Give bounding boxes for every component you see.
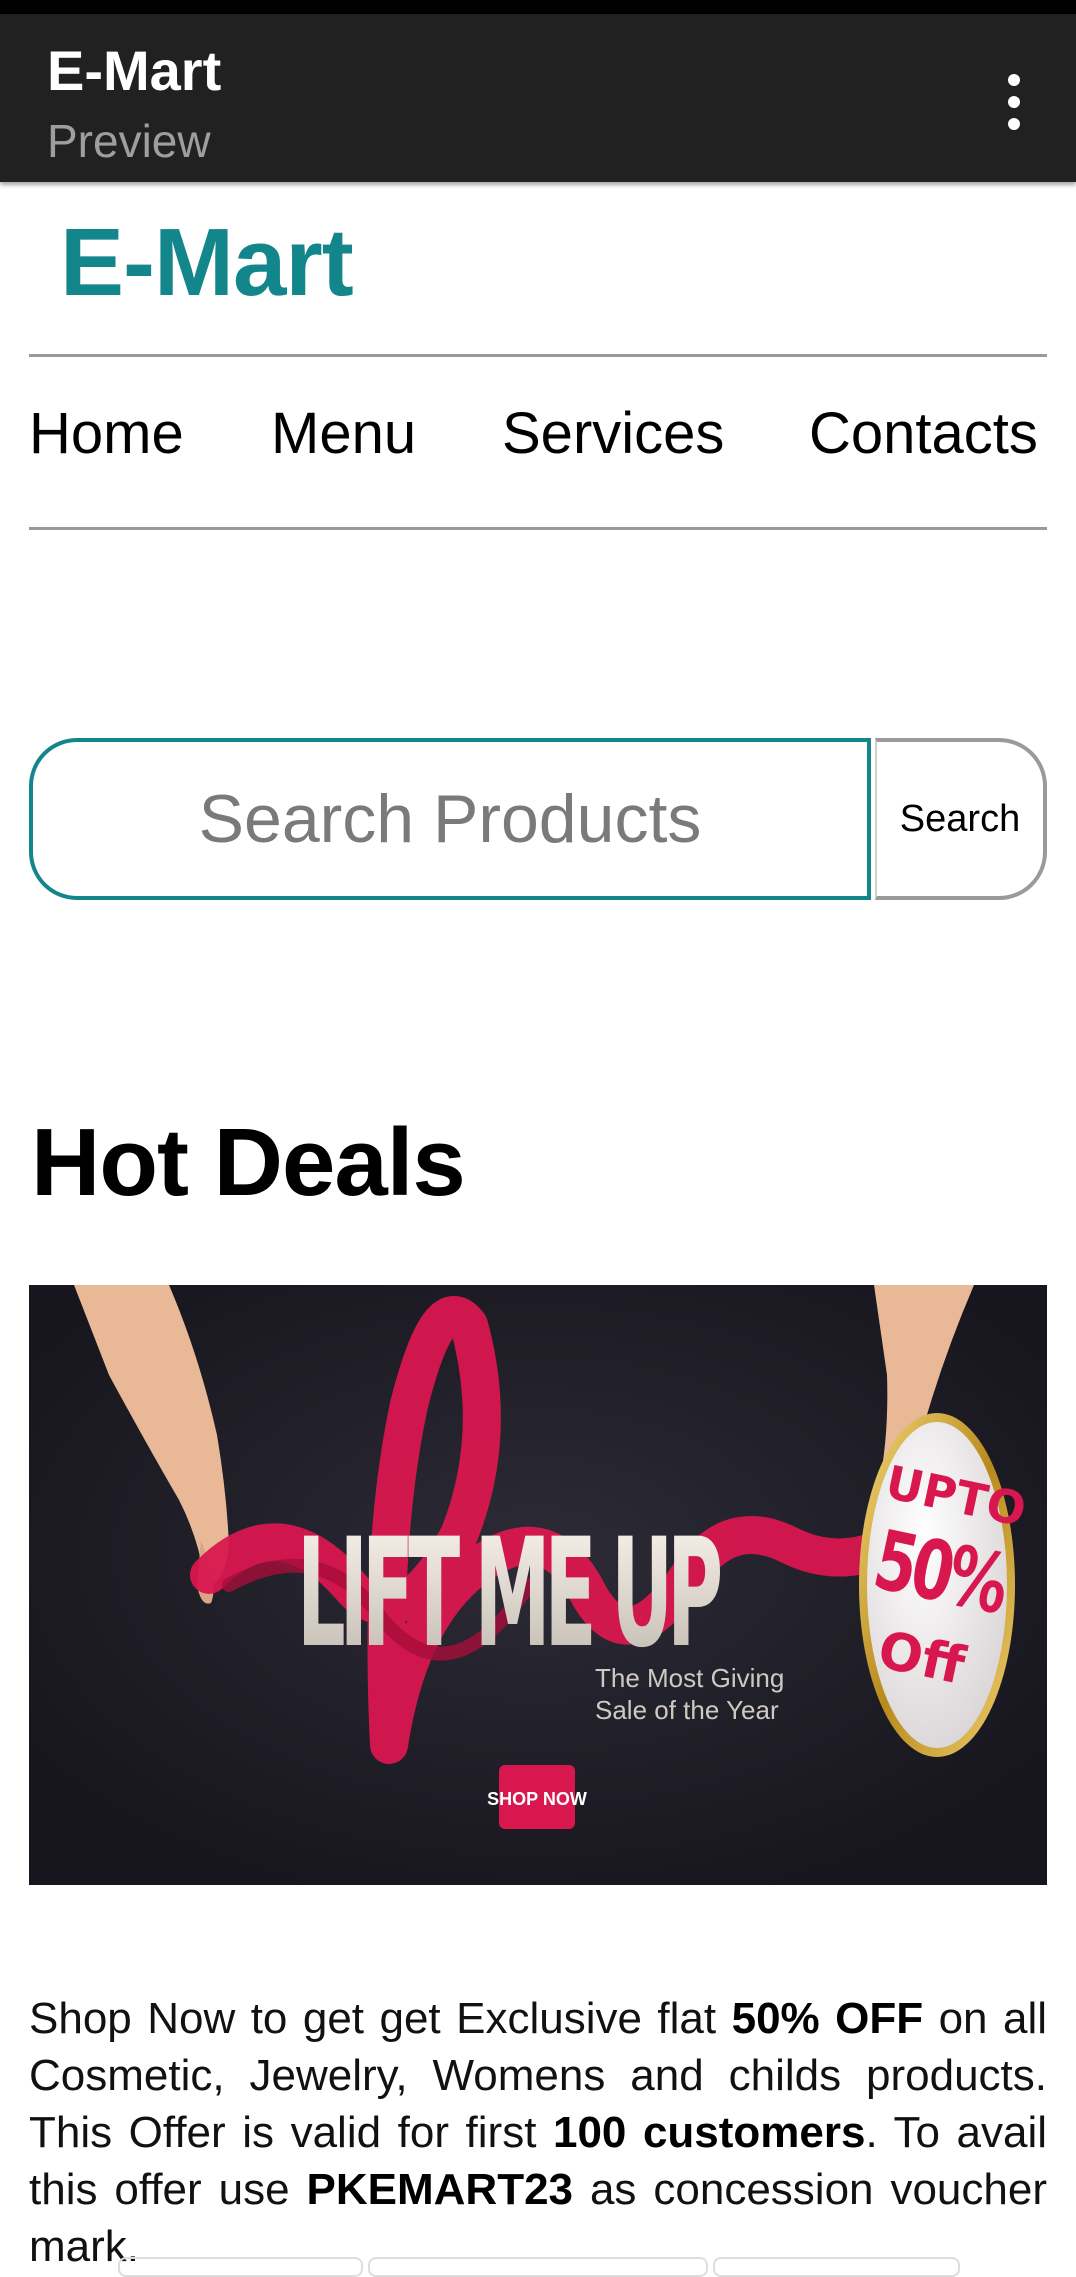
nav-home[interactable]: Home	[29, 400, 184, 467]
search-bar: Search	[29, 738, 1047, 906]
promo-code: PKEMART23	[306, 2165, 574, 2214]
product-cards-peek	[118, 2257, 960, 2277]
promo-customers: 100 customers	[552, 2108, 866, 2157]
nav-services[interactable]: Services	[502, 400, 724, 467]
app-subtitle: Preview	[47, 115, 211, 167]
nav-contacts[interactable]: Contacts	[809, 400, 1038, 467]
main-nav: Home Menu Services Contacts	[29, 400, 1047, 490]
banner-tagline-1: The Most Giving	[595, 1663, 784, 1693]
deal-banner-art: LIFT ME UP The Most Giving Sale of the Y…	[29, 1285, 1047, 1885]
promo-discount: 50% OFF	[731, 1994, 924, 2043]
site-logo[interactable]: E-Mart	[60, 208, 354, 318]
promo-text: Shop Now to get get Exclusive flat 50% O…	[29, 1990, 1047, 2275]
banner-headline: LIFT ME UP	[297, 1507, 720, 1681]
app-bar: E-Mart Preview	[0, 14, 1076, 182]
app-title: E-Mart	[47, 39, 222, 102]
promo-text-1: Shop Now to get get Exclusive flat	[29, 1994, 732, 2043]
deal-banner[interactable]: LIFT ME UP The Most Giving Sale of the Y…	[29, 1285, 1047, 1885]
product-card[interactable]	[118, 2257, 363, 2277]
banner-tagline-2: Sale of the Year	[595, 1695, 779, 1725]
product-card[interactable]	[713, 2257, 960, 2277]
nav-bottom-divider	[29, 527, 1047, 530]
more-vert-icon[interactable]	[992, 74, 1036, 146]
section-title: Hot Deals	[31, 1109, 466, 1216]
shop-now-label: SHOP NOW	[487, 1789, 587, 1809]
search-button[interactable]: Search	[875, 738, 1047, 900]
nav-menu[interactable]: Menu	[271, 400, 416, 467]
search-input[interactable]	[29, 738, 871, 900]
status-bar	[0, 0, 1076, 14]
product-card[interactable]	[368, 2257, 708, 2277]
nav-top-divider	[29, 354, 1047, 357]
